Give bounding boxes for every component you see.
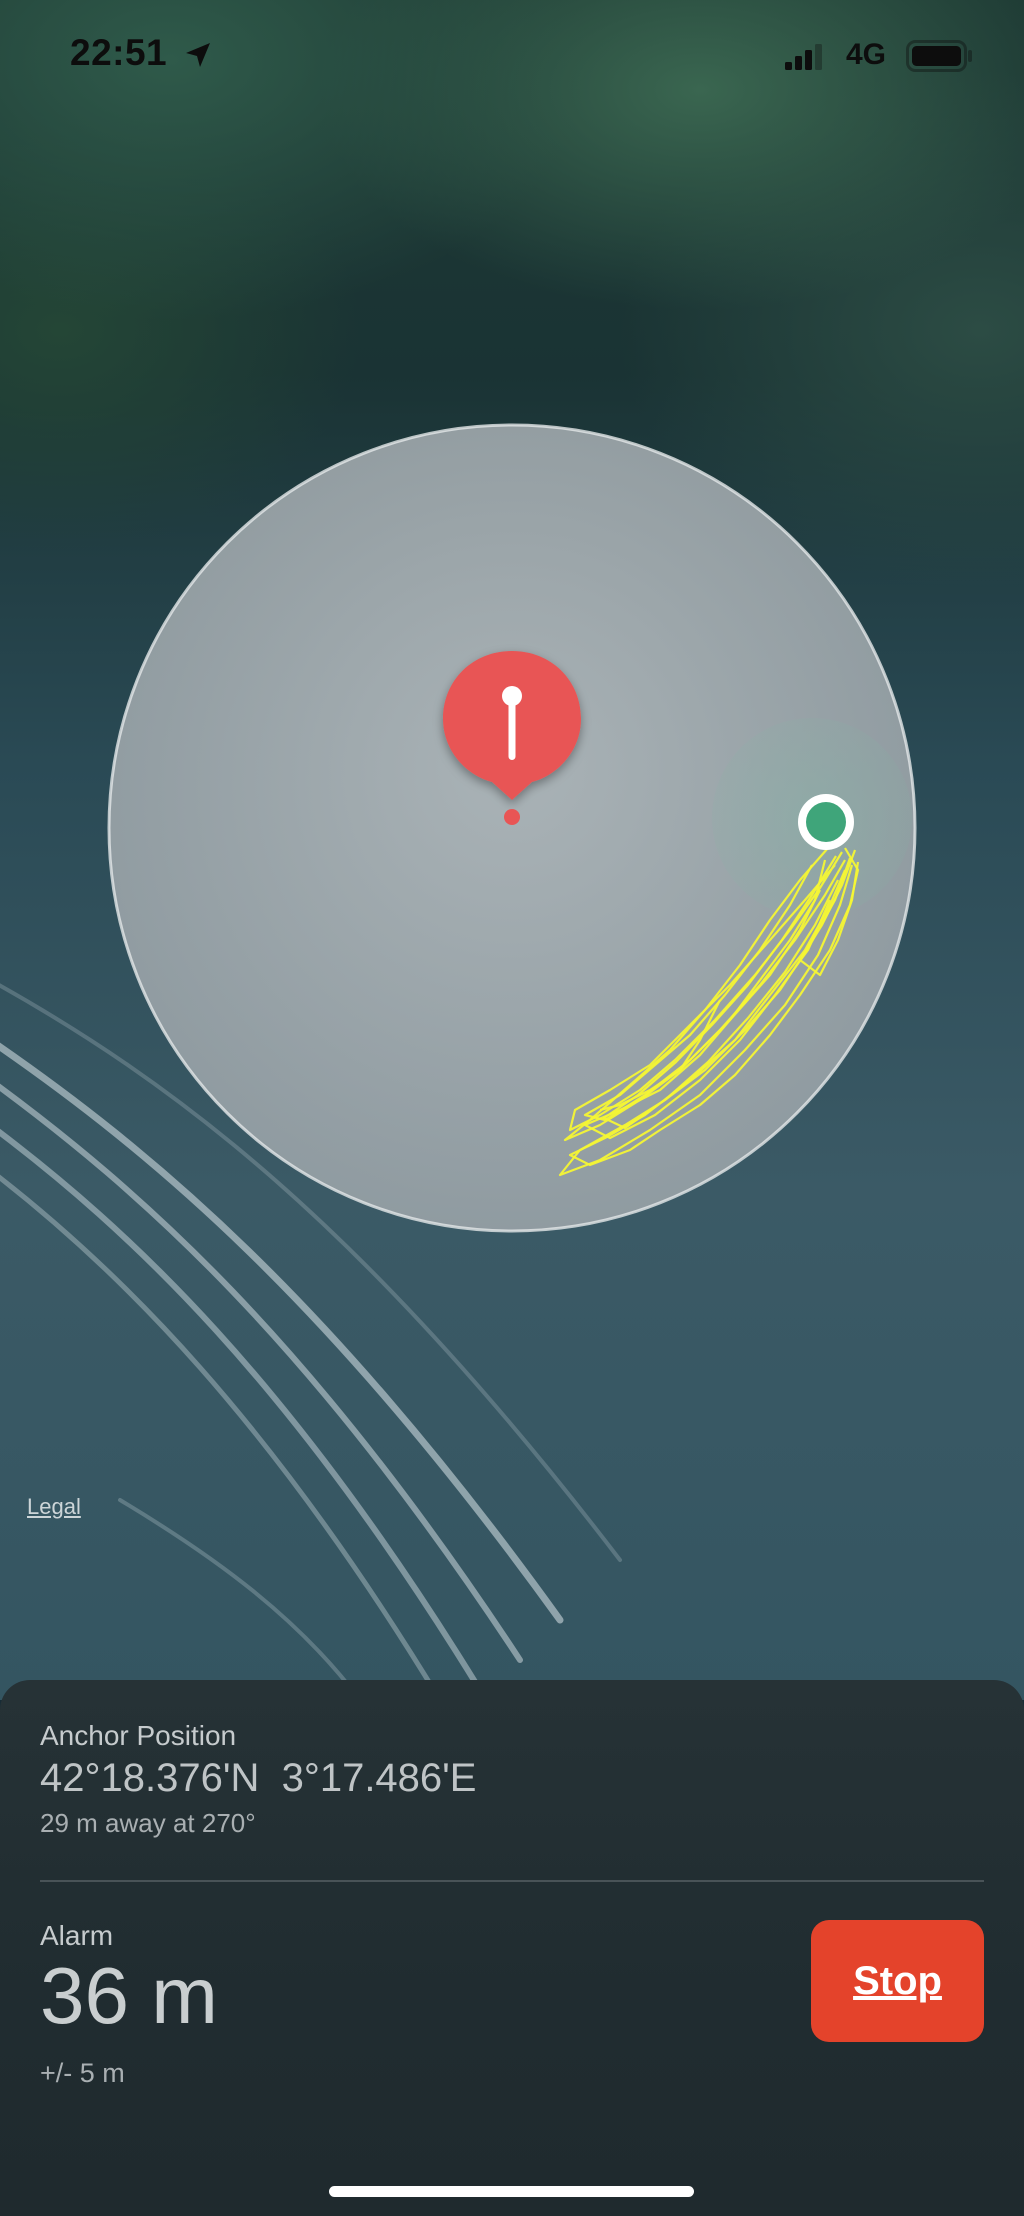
alarm-radius-value: 36 m [40, 1951, 218, 2040]
anchor-position-label: Anchor Position [40, 1720, 237, 1751]
anchor-drop-point [504, 809, 520, 825]
map-canvas [0, 423, 917, 1700]
anchor-distance-bearing: 29 m away at 270° [40, 1808, 256, 1838]
legal-link[interactable]: Legal [27, 1494, 81, 1520]
home-indicator[interactable] [329, 2186, 694, 2197]
alarm-label: Alarm [40, 1920, 114, 1951]
stop-button[interactable]: Stop [811, 1920, 984, 2042]
network-type: 4G [846, 38, 887, 71]
status-bar: 22:51 4G [0, 0, 1024, 110]
battery-icon [906, 40, 972, 72]
cellular-signal-icon [785, 44, 822, 70]
location-arrow-icon [186, 43, 210, 67]
boat-position-icon[interactable] [798, 794, 854, 850]
satellite-map[interactable]: Legal [0, 0, 1024, 1700]
divider [40, 1880, 984, 1882]
anchor-info-panel: Anchor Position 42°18.376'N 3°17.486'E 2… [0, 1680, 1024, 2216]
status-time: 22:51 [70, 32, 168, 73]
alarm-tolerance: +/- 5 m [40, 2058, 125, 2088]
anchor-coordinates: 42°18.376'N 3°17.486'E [40, 1756, 477, 1800]
